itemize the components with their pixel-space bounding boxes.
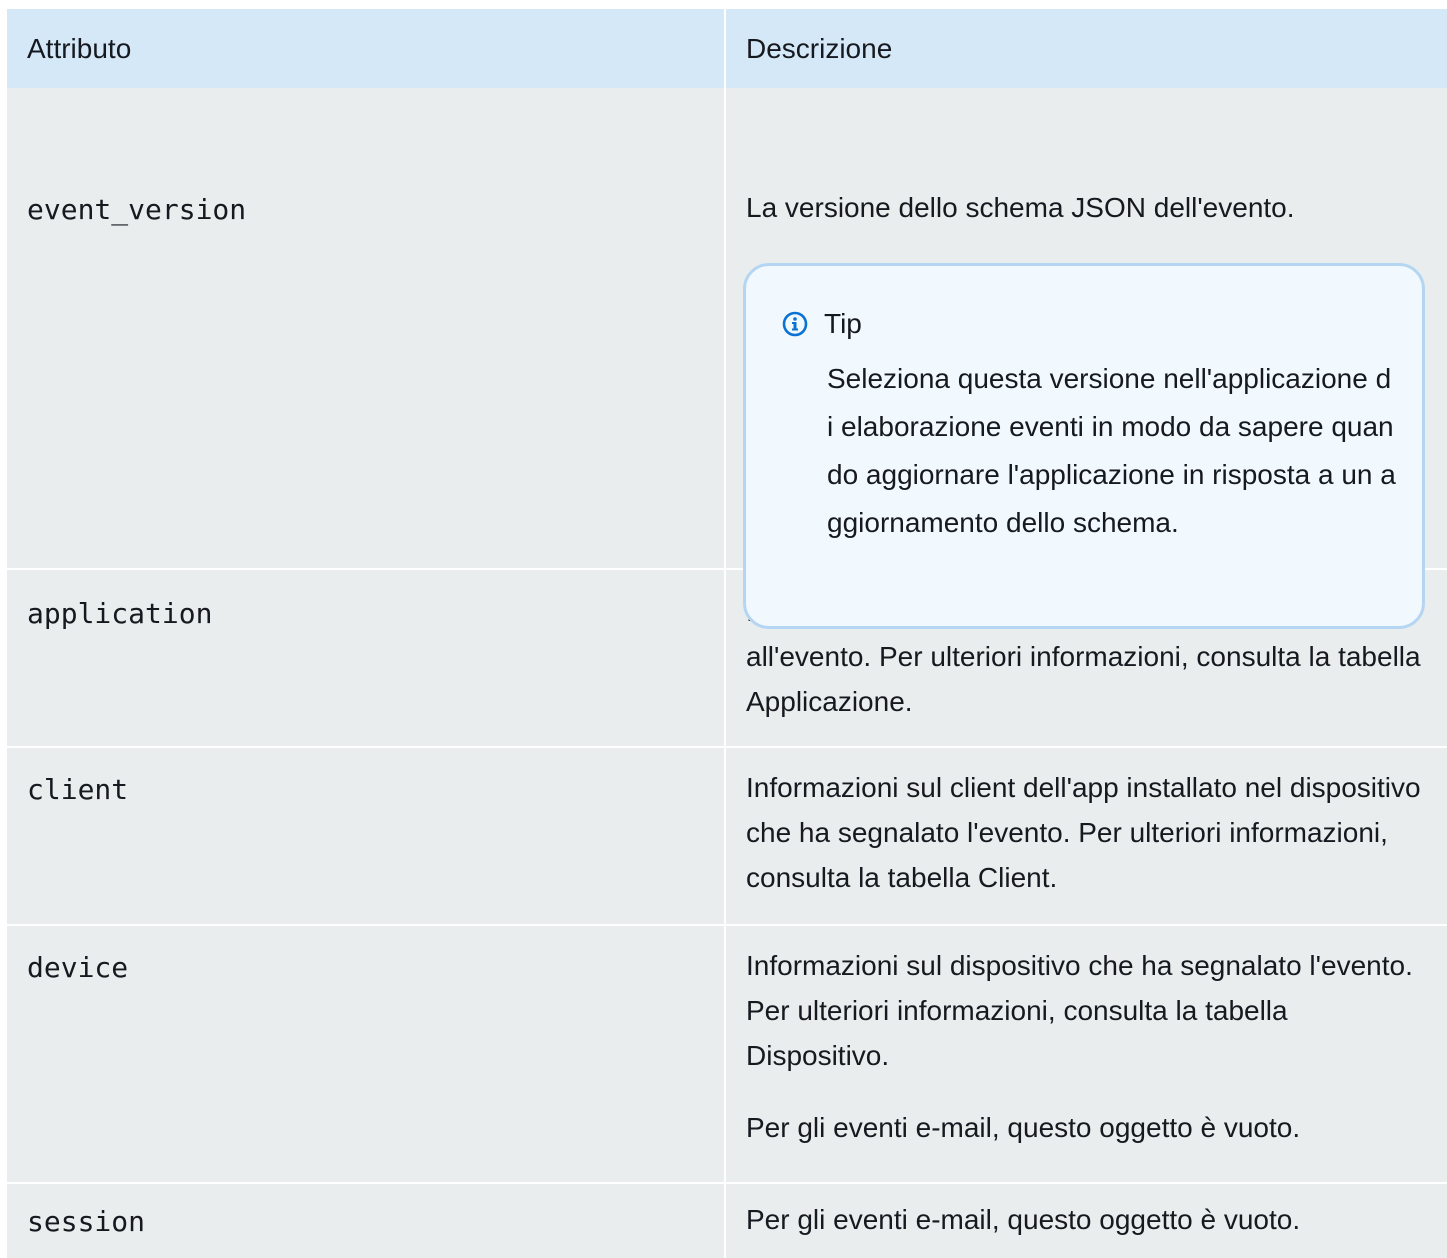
description-cell: Informazioni sul dispositivo che ha segn… [726,926,1447,1182]
tip-callout: Tip Seleziona questa versione nell'appli… [743,263,1425,629]
tip-text: Seleziona questa versione nell'applicazi… [827,363,1396,538]
attribute-cell: client [7,748,726,924]
attribute-name: device [27,951,129,984]
table-row: session Per gli eventi e-mail, questo og… [7,1184,1447,1258]
attribute-cell: session [7,1184,726,1258]
header-attribute: Attributo [7,9,726,88]
attribute-cell: event_version [7,88,726,568]
attribute-name: client [27,773,129,806]
attribute-table: Attributo Descrizione event_version La v… [7,9,1447,1258]
tip-header: Tip [782,306,1386,342]
tip-title: Tip [824,308,862,339]
table-row: client Informazioni sul client dell'app … [7,748,1447,926]
header-description: Descrizione [746,33,893,64]
attribute-name: event_version [27,193,247,226]
attribute-cell: application [7,570,726,746]
description-text: La versione dello schema JSON dell'event… [746,192,1295,223]
description-text: Per gli eventi e-mail, questo oggetto è … [746,1204,1301,1235]
description-cell: Per gli eventi e-mail, questo oggetto è … [726,1184,1447,1258]
description-text: Informazioni sul dispositivo che ha segn… [746,950,1413,1071]
table-row: device Informazioni sul dispositivo che … [7,926,1447,1184]
description-cell: Informazioni sul client dell'app install… [726,748,1447,924]
table-header-row: Attributo Descrizione [7,9,1447,88]
attribute-name: session [27,1205,146,1238]
description-cell: La versione dello schema JSON dell'event… [726,88,1447,629]
table-row: event_version La versione dello schema J… [7,88,1447,629]
info-icon [782,311,808,337]
attribute-name: application [27,597,213,630]
description-text: Informazioni sul client dell'app install… [746,772,1421,893]
description-text: Per gli eventi e-mail, questo oggetto è … [746,1112,1301,1143]
attribute-cell: device [7,926,726,1182]
